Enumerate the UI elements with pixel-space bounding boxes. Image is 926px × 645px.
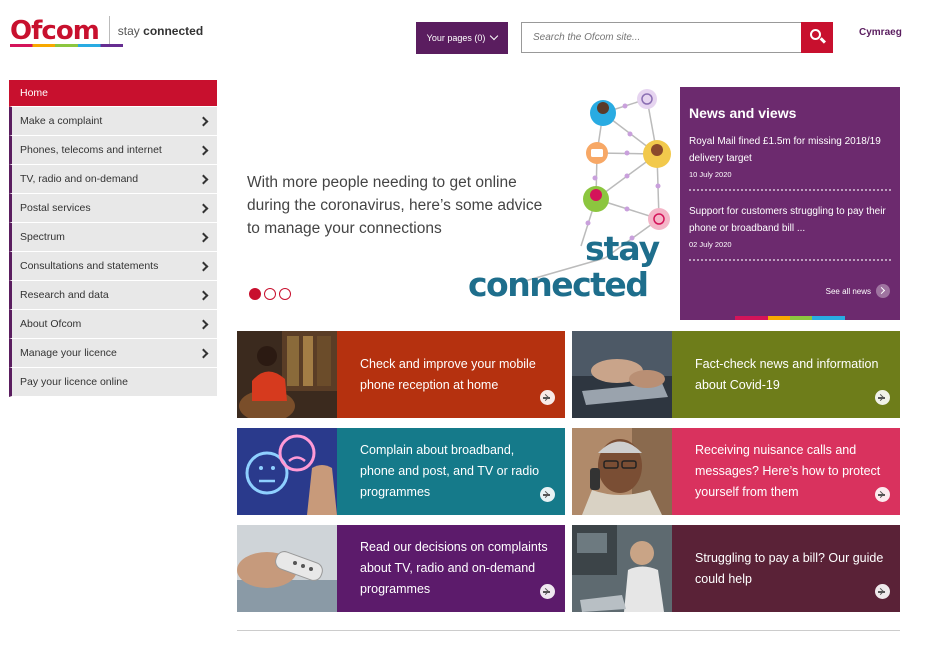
search-button[interactable]	[801, 22, 833, 53]
your-pages-button[interactable]: Your pages (0)	[416, 22, 508, 54]
tile-text: Struggling to pay a bill? Our guide coul…	[695, 550, 884, 586]
tile-text: Fact-check news and information about Co…	[695, 356, 879, 392]
news-item-title[interactable]: Support for customers struggling to pay …	[689, 203, 891, 237]
carousel-dot-3[interactable]	[279, 288, 291, 300]
carousel-dot-2[interactable]	[264, 288, 276, 300]
chevron-right-icon	[198, 348, 209, 359]
search-input[interactable]	[522, 23, 802, 52]
news-item-title[interactable]: Royal Mail fined £1.5m for missing 2018/…	[689, 133, 891, 167]
tile-fact-check[interactable]: Fact-check news and information about Co…	[572, 331, 900, 418]
ofcom-logo[interactable]: Ofcom stay connected	[10, 16, 204, 47]
chevron-right-icon	[198, 261, 209, 272]
sidebar-item-make-a-complaint[interactable]: Make a complaint	[9, 107, 217, 136]
chevron-right-icon	[198, 116, 209, 127]
hero-graphic-stay: stay	[585, 229, 660, 268]
arrow-right-icon	[540, 487, 555, 502]
news-heading: News and views	[689, 105, 797, 121]
sidebar-item-research[interactable]: Research and data	[9, 281, 217, 310]
colour-strip	[680, 316, 900, 320]
arrow-right-icon	[875, 487, 890, 502]
tile-photo-woman-on-phone	[237, 331, 337, 418]
hero-graphic-connected: connected	[468, 265, 649, 304]
chevron-down-icon	[490, 31, 499, 41]
tagline: stay connected	[117, 24, 204, 38]
sidebar-item-postal[interactable]: Postal services	[9, 194, 217, 223]
news-divider	[689, 189, 891, 191]
tile-photo-man-with-laptop	[572, 525, 672, 612]
chevron-right-icon	[198, 174, 209, 185]
tile-photo-emoji-faces	[237, 428, 337, 515]
tile-photo-man-on-phone	[572, 428, 672, 515]
language-link-cymraeg[interactable]: Cymraeg	[859, 27, 902, 38]
sidebar-item-about[interactable]: About Ofcom	[9, 310, 217, 339]
tile-text: Receiving nuisance calls and messages? H…	[695, 443, 881, 499]
tile-text: Complain about broadband, phone and post…	[360, 443, 540, 499]
tile-nuisance-calls[interactable]: Receiving nuisance calls and messages? H…	[572, 428, 900, 515]
logo-divider	[108, 16, 110, 46]
arrow-right-icon	[876, 284, 890, 298]
news-item-date: 10 July 2020	[689, 170, 732, 179]
news-divider	[689, 259, 891, 261]
tile-photo-tv-remote	[237, 525, 337, 612]
logo-colour-bar	[10, 44, 123, 47]
your-pages-label: Your pages (0)	[426, 33, 486, 43]
sidebar-item-phones[interactable]: Phones, telecoms and internet	[9, 136, 217, 165]
tile-text: Read our decisions on complaints about T…	[360, 540, 548, 596]
tile-mobile-reception[interactable]: Check and improve your mobile phone rece…	[237, 331, 565, 418]
tile-pay-a-bill[interactable]: Struggling to pay a bill? Our guide coul…	[572, 525, 900, 612]
tile-complain[interactable]: Complain about broadband, phone and post…	[237, 428, 565, 515]
carousel-dots	[249, 288, 291, 300]
chevron-right-icon	[198, 290, 209, 301]
sidebar-item-manage-licence[interactable]: Manage your licence	[9, 339, 217, 368]
news-item-date: 02 July 2020	[689, 240, 732, 249]
arrow-right-icon	[540, 584, 555, 599]
sidebar-item-home[interactable]: Home	[9, 80, 217, 107]
sidebar-item-consultations[interactable]: Consultations and statements	[9, 252, 217, 281]
tile-decisions[interactable]: Read our decisions on complaints about T…	[237, 525, 565, 612]
chevron-right-icon	[198, 203, 209, 214]
sidebar-item-spectrum[interactable]: Spectrum	[9, 223, 217, 252]
arrow-right-icon	[875, 584, 890, 599]
carousel-dot-1[interactable]	[249, 288, 261, 300]
tile-text: Check and improve your mobile phone rece…	[360, 356, 536, 392]
chevron-right-icon	[198, 232, 209, 243]
footer-divider	[237, 630, 900, 631]
arrow-right-icon	[875, 390, 890, 405]
tile-photo-typing-laptop	[572, 331, 672, 418]
sidebar-item-tv-radio[interactable]: TV, radio and on-demand	[9, 165, 217, 194]
arrow-right-icon	[540, 390, 555, 405]
chevron-right-icon	[198, 145, 209, 156]
chevron-right-icon	[198, 319, 209, 330]
sidebar-nav: Home Make a complaint Phones, telecoms a…	[9, 80, 217, 397]
sidebar-item-pay-licence[interactable]: Pay your licence online	[9, 368, 217, 397]
logo-wordmark: Ofcom	[10, 16, 100, 46]
news-and-views-panel: News and views Royal Mail fined £1.5m fo…	[680, 87, 900, 320]
see-all-news-link[interactable]: See all news	[826, 284, 890, 298]
search-box	[521, 22, 833, 53]
